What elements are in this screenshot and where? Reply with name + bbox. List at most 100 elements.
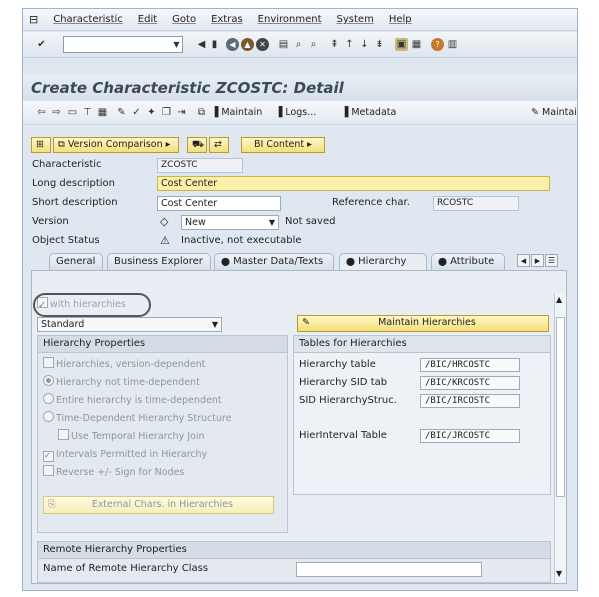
option-intervals-permitted[interactable]: ✓ Intervals Permitted in Hierarchy [43,447,207,463]
short-description-field[interactable]: Cost Center [157,196,281,211]
option-not-time-dependent[interactable]: Hierarchy not time-dependent [43,375,200,391]
menu-environment[interactable]: Environment [258,14,322,25]
shortcut-icon[interactable]: ▦ [410,38,423,51]
transport-button[interactable]: ⛟ [187,137,207,153]
where-used-icon[interactable]: ⧉ [195,106,208,119]
option-entire-time-dependent[interactable]: Entire hierarchy is time-dependent [43,393,222,409]
object-status-value: Inactive, not executable [181,235,302,246]
layout-icon[interactable]: ▥ [446,38,459,51]
tab-scroll-left-icon[interactable]: ◀ [517,254,530,267]
option-time-dependent-structure[interactable]: Time-Dependent Hierarchy Structure [43,411,232,427]
prev-page-icon[interactable]: ↑ [343,38,356,51]
tab-master-data-texts[interactable]: ⬤ Master Data/Texts [214,253,334,270]
cancel-icon[interactable]: ✕ [256,38,269,51]
hierarchy-panel: ✓ with hierarchies Standard ▼ Hierarchy Pr… [31,270,567,584]
maintain-button[interactable]: ▐ Maintain [211,104,262,122]
tables-for-hierarchies-group: Tables for Hierarchies Hierarchy table /… [293,335,551,495]
tab-general[interactable]: General [49,253,103,270]
characteristic-label: Characteristic [32,159,102,170]
option-version-dependent[interactable]: Hierarchies, version-dependent [43,357,205,373]
sap-window: ⊟ Characteristic Edit Goto Extras Enviro… [22,8,578,591]
option-temporal-join[interactable]: Use Temporal Hierarchy Join [58,429,205,445]
tab-list-icon[interactable]: ☰ [545,254,558,267]
remote-class-field[interactable] [296,562,482,577]
reference-char-field[interactable]: RCOSTC [433,196,519,211]
forward-arrow-icon[interactable]: ⇨ [50,106,63,119]
back-arrow-icon[interactable]: ⇦ [35,106,48,119]
transport-icon[interactable]: ⇥ [175,106,188,119]
hierarchy-table-field[interactable]: /BIC/HRCOSTC [420,358,520,372]
save-icon[interactable]: ▮ [208,38,221,51]
tree-icon[interactable]: ⊤ [81,106,94,119]
reference-char-label: Reference char. [332,197,410,208]
standard-toolbar: ✔ ▼ ◀ ▮ ◀ ▲ ✕ ▤ ⌕ ⌕ ⇞ ↑ ↓ ⇟ ▣ ▦ ? ▥ [23,32,577,58]
version-status-icon: ◇ [160,215,169,228]
enter-icon[interactable]: ✔ [35,38,48,51]
object-status-label: Object Status [32,235,100,246]
version-label: Version [32,216,69,227]
next-page-icon[interactable]: ↓ [358,38,371,51]
scrollbar-thumb[interactable] [556,317,565,497]
characteristic-field: ZCOSTC [157,158,243,173]
hierarchy-type-select[interactable]: Standard ▼ [37,317,222,332]
long-description-field[interactable]: Cost Center [157,176,550,191]
remote-hierarchy-group: Remote Hierarchy Properties Name of Remo… [37,541,551,583]
sync-button[interactable]: ⇄ [209,137,229,153]
table-icon[interactable]: ▦ [96,106,109,119]
find-icon[interactable]: ⌕ [292,38,305,51]
hierarchy-properties-title: Hierarchy Properties [38,336,287,353]
menu-edit[interactable]: Edit [138,14,157,25]
hierarchy-table-label: Hierarchy table [299,359,376,370]
tab-attribute[interactable]: ⬤ Attribute [431,253,505,270]
external-chars-button[interactable]: ⎘ External Chars. in Hierarchies [43,496,274,514]
chevron-down-icon: ▼ [268,218,275,227]
copy-icon[interactable]: ❐ [160,106,173,119]
menu-goto[interactable]: Goto [172,14,196,25]
exit-icon[interactable]: ▲ [241,38,254,51]
remote-class-label: Name of Remote Hierarchy Class [43,563,209,574]
hierinterval-table-field[interactable]: /BIC/JRCOSTC [420,429,520,443]
hierarchy-sid-tab-label: Hierarchy SID tab [299,377,388,388]
hierarchy-sid-tab-field[interactable]: /BIC/KRCOSTC [420,376,520,390]
menu-characteristic[interactable]: Characteristic [53,14,123,25]
find-next-icon[interactable]: ⌕ [307,38,320,51]
edit-icon[interactable]: ✎ [115,106,128,119]
first-page-icon[interactable]: ⇞ [328,38,341,51]
menu-help[interactable]: Help [389,14,412,25]
tab-hierarchy[interactable]: ⬤ Hierarchy [339,253,427,270]
version-comparison-button[interactable]: ⧉ Version Comparison ▸ [53,137,179,153]
maintain-hierarchies-button[interactable]: ✎ Maintain Hierarchies [297,315,549,332]
hierarchy-toggle-button[interactable]: ⊞ [31,137,51,153]
new-session-icon[interactable]: ▣ [395,38,408,51]
tab-scroll-right-icon[interactable]: ▶ [531,254,544,267]
help-icon[interactable]: ? [431,38,444,51]
back-green-icon[interactable]: ◀ [226,38,239,51]
command-dropdown-icon[interactable]: ▼ [170,38,183,51]
version-status-text: Not saved [285,216,336,227]
hierinterval-table-label: HierInterval Table [299,430,387,441]
print-icon[interactable]: ▤ [277,38,290,51]
vertical-scrollbar[interactable]: ▲ ▼ [554,293,566,583]
maintain-button-2[interactable]: ✎ Maintai [531,104,577,122]
check-icon[interactable]: ✓ [130,106,143,119]
option-reverse-sign[interactable]: Reverse +/- Sign for Nodes [43,465,184,481]
last-page-icon[interactable]: ⇟ [373,38,386,51]
menu-system[interactable]: System [337,14,374,25]
scroll-up-icon[interactable]: ▲ [556,295,562,304]
version-select[interactable]: New ▼ [181,215,279,230]
activate-icon[interactable]: ✦ [145,106,158,119]
display-icon[interactable]: ▭ [66,106,79,119]
window-menu-icon[interactable]: ⊟ [29,13,38,26]
metadata-button[interactable]: ▐ Metadata [341,104,396,122]
sid-hierarchy-struc-label: SID HierarchyStruc. [299,395,397,406]
chevron-down-icon: ▼ [211,320,218,329]
tab-business-explorer[interactable]: Business Explorer [107,253,211,270]
scroll-down-icon[interactable]: ▼ [556,569,562,578]
back-icon[interactable]: ◀ [195,38,208,51]
bi-content-button[interactable]: BI Content ▸ [241,137,325,153]
sid-hierarchy-struc-field[interactable]: /BIC/IRCOSTC [420,394,520,408]
menu-extras[interactable]: Extras [211,14,243,25]
menu-bar: ⊟ Characteristic Edit Goto Extras Enviro… [23,9,577,31]
command-field[interactable] [63,36,183,53]
logs-button[interactable]: ▐ Logs... [275,104,316,122]
